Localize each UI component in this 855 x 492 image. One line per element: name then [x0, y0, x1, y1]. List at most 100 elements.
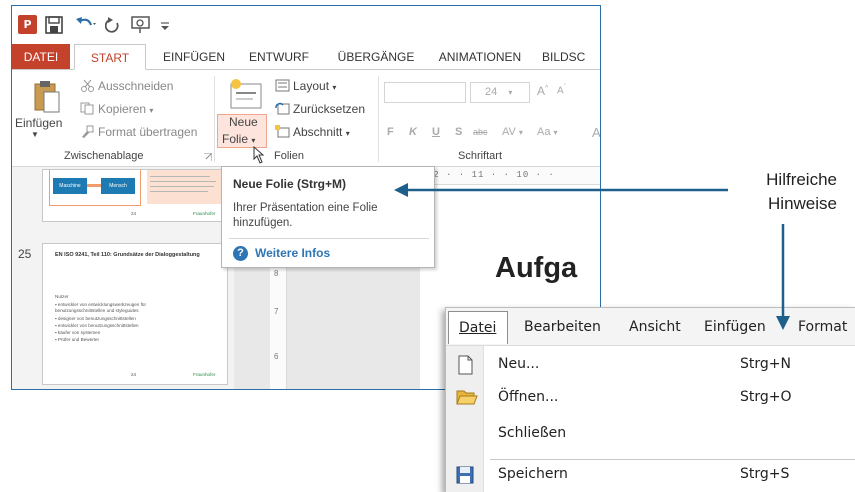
group-label-clipboard: Zwischenablage — [64, 150, 144, 162]
italic-button[interactable]: K — [409, 126, 417, 138]
shrink-font-button[interactable]: Aˇ — [557, 84, 566, 96]
chevron-down-icon[interactable]: ▼ — [31, 130, 39, 139]
bold-button[interactable]: F — [387, 126, 394, 138]
classic-menu-window: Datei Bearbeiten Ansicht Einfügen Format… — [445, 307, 855, 492]
section-button[interactable]: Abschnitt ▾ — [275, 125, 350, 139]
powerpoint-logo-icon: P — [18, 15, 37, 34]
new-slide-label: Neue — [229, 115, 258, 129]
help-icon[interactable]: ? — [233, 246, 248, 261]
callout-line-2: Hinweise — [768, 194, 837, 213]
text-shadow-button[interactable]: S — [455, 126, 462, 138]
thumbnail-page-number: 24 — [131, 372, 137, 377]
menu-separator — [490, 459, 855, 460]
tab-uebergaenge[interactable]: ÜBERGÄNGE — [330, 44, 422, 70]
customize-toolbar-icon[interactable] — [160, 15, 170, 35]
font-color-button[interactable]: A — [592, 125, 600, 140]
tab-einfuegen[interactable]: EINFÜGEN — [154, 44, 234, 70]
character-spacing-button[interactable]: AV ▾ — [502, 126, 523, 138]
tab-datei[interactable]: DATEI — [12, 44, 70, 70]
save-icon[interactable] — [45, 15, 63, 35]
reset-icon — [275, 102, 290, 115]
slide-thumbnail-25[interactable]: EN ISO 9241, Teil 110: Grundsätze der Di… — [42, 243, 228, 385]
start-presentation-icon[interactable] — [130, 15, 152, 35]
copy-icon — [80, 102, 94, 115]
thumbnail-lead: Nutzer — [55, 294, 69, 299]
new-slide-dropdown[interactable]: Folie ▾ — [222, 132, 255, 146]
menu-item-new[interactable]: Neu... — [498, 356, 539, 372]
font-name-box[interactable] — [384, 82, 466, 103]
layout-button[interactable]: Layout ▾ — [275, 79, 336, 93]
chevron-down-icon: ▾ — [508, 88, 513, 97]
thumbnail-bullet: ▪ entwickler von entwicklungswerkzeugen … — [55, 302, 146, 313]
copy-button[interactable]: Kopieren ▾ — [80, 102, 153, 116]
tab-bildschirmpraesentation[interactable]: BILDSC — [542, 44, 600, 70]
layout-icon — [275, 79, 290, 92]
cut-button[interactable]: Ausschneiden — [80, 79, 173, 93]
ruler-mark: 7 — [274, 307, 279, 316]
section-icon — [275, 125, 290, 138]
tab-start[interactable]: START — [74, 44, 146, 70]
menu-bearbeiten[interactable]: Bearbeiten — [524, 319, 601, 335]
diagram-box-machine: Maschine — [53, 178, 87, 194]
open-folder-icon — [456, 390, 478, 405]
tooltip-description: Ihrer Präsentation eine Folie hinzufügen… — [233, 202, 378, 229]
font-size-box[interactable]: 24 ▾ — [470, 82, 530, 103]
slide-thumbnail-pane[interactable]: Maschine Mensch 24 Fraunhofer 25 EN ISO … — [12, 167, 234, 389]
shortcut-new: Strg+N — [740, 356, 791, 372]
menu-item-close[interactable]: Schließen — [498, 425, 566, 441]
thumbnail-title: EN ISO 9241, Teil 110: Grundsätze der Di… — [55, 252, 200, 258]
dialog-launcher-icon[interactable] — [204, 153, 212, 161]
menu-format[interactable]: Format — [798, 319, 847, 335]
paste-icon[interactable] — [33, 80, 61, 114]
ribbon-tabs: DATEI START EINFÜGEN ENTWURF ÜBERGÄNGE A… — [12, 44, 600, 70]
reset-button[interactable]: Zurücksetzen — [275, 102, 365, 116]
menu-bar: Datei Bearbeiten Ansicht Einfügen Format — [446, 308, 855, 346]
undo-icon[interactable] — [74, 15, 98, 35]
tooltip-divider — [229, 238, 429, 239]
fraunhofer-logo: Fraunhofer — [193, 372, 216, 377]
new-slide-tooltip: Neue Folie (Strg+M) Ihrer Präsentation e… — [221, 166, 435, 268]
menu-item-open[interactable]: Öffnen... — [498, 389, 558, 405]
thumbnail-bullet: ▪ designer von benutzungsschnittstellen — [55, 316, 136, 321]
strikethrough-button[interactable]: abc — [473, 127, 488, 137]
group-separator — [214, 76, 215, 162]
menu-item-save[interactable]: Speichern — [498, 466, 568, 482]
ruler-mark: 6 — [274, 352, 279, 361]
copy-label: Kopieren — [98, 102, 147, 116]
change-case-button[interactable]: Aa ▾ — [537, 126, 558, 138]
new-document-icon — [458, 355, 473, 375]
more-info-link[interactable]: Weitere Infos — [255, 246, 330, 260]
save-disk-icon — [456, 466, 474, 484]
menu-einfuegen[interactable]: Einfügen — [704, 319, 766, 335]
callout-label: Hilfreiche Hinweise — [700, 168, 837, 216]
diagram-box-human: Mensch — [101, 178, 135, 194]
layout-label: Layout — [293, 79, 330, 93]
group-label-font: Schriftart — [458, 150, 503, 162]
new-slide-icon[interactable] — [229, 78, 263, 110]
shortcut-save: Strg+S — [740, 466, 790, 482]
shortcut-open: Strg+O — [740, 389, 792, 405]
ribbon: Einfügen ▼ Ausschneiden Kopieren ▾ Forma… — [12, 69, 600, 167]
redo-icon[interactable] — [105, 15, 121, 35]
scissors-icon — [81, 79, 94, 92]
slide-thumbnail-24[interactable]: Maschine Mensch 24 Fraunhofer — [42, 169, 228, 222]
tab-animationen[interactable]: ANIMATIONEN — [430, 44, 530, 70]
menu-ansicht[interactable]: Ansicht — [629, 319, 681, 335]
format-painter-button[interactable]: Format übertragen — [80, 125, 197, 139]
tab-entwurf[interactable]: ENTWURF — [244, 44, 314, 70]
menu-datei[interactable]: Datei — [448, 311, 508, 344]
grow-font-button[interactable]: A^ — [537, 84, 548, 98]
chevron-down-icon: ▾ — [345, 129, 350, 138]
chevron-down-icon: ▾ — [251, 136, 256, 145]
thumbnail-page-number: 24 — [131, 211, 137, 216]
chevron-down-icon: ▾ — [149, 106, 154, 115]
quick-access-toolbar: P — [12, 6, 600, 44]
cut-label: Ausschneiden — [98, 79, 174, 93]
slide-number-25: 25 — [18, 247, 32, 261]
tooltip-title: Neue Folie (Strg+M) — [233, 177, 347, 191]
paintbrush-icon — [82, 125, 94, 138]
group-separator — [378, 76, 379, 162]
underline-button[interactable]: U — [432, 126, 440, 138]
paste-button[interactable]: Einfügen — [15, 116, 62, 130]
slide-title[interactable]: Aufga — [495, 252, 577, 285]
